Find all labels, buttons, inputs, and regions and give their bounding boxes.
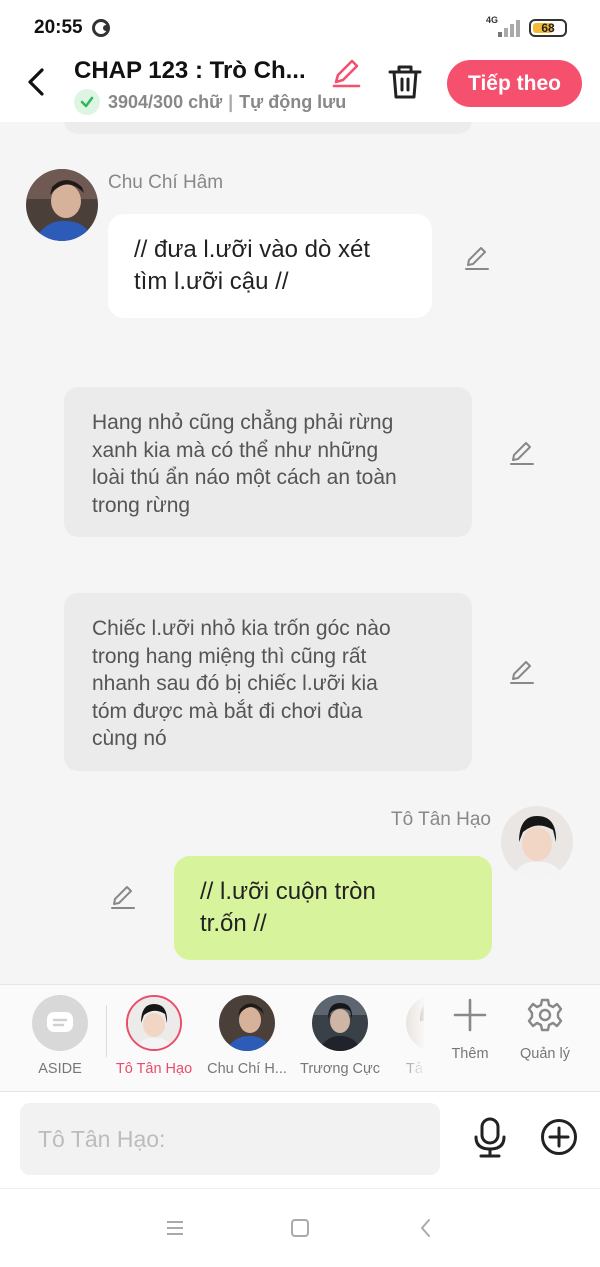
dialogue-bubble[interactable]: // l.ưỡi cuộn tròn tr.ốn // (174, 856, 492, 960)
previous-message-stub (64, 122, 472, 134)
status-time: 20:55 (34, 17, 83, 38)
character-label: Chu Chí H... (207, 1061, 287, 1077)
narration-line: tóm được mà bắt đi chơi đùa (92, 699, 363, 723)
home-icon[interactable] (288, 1216, 312, 1240)
menu-icon[interactable] (163, 1216, 187, 1240)
save-status: 3904/300 chữ | Tự động lưu (74, 89, 346, 115)
signal-icon (498, 19, 522, 37)
battery-percent: 68 (541, 21, 555, 35)
scroll-fade (396, 985, 426, 1091)
character-truong-cuc[interactable]: Trương Cực (295, 995, 385, 1077)
back-arrow-icon[interactable] (20, 64, 56, 100)
gear-icon (527, 998, 563, 1032)
character-avatar (312, 995, 368, 1051)
network-type: 4G (486, 15, 499, 25)
system-nav-bar (0, 1188, 600, 1267)
narration-line: trong rừng (92, 493, 191, 517)
character-avatar (219, 995, 275, 1051)
word-count: 3904/300 chữ (108, 91, 223, 112)
edit-message-icon[interactable] (109, 882, 137, 910)
character-avatar (126, 995, 182, 1051)
next-button[interactable]: Tiếp theo (447, 60, 582, 107)
edit-message-icon[interactable] (463, 243, 491, 271)
back-icon[interactable] (414, 1216, 438, 1240)
character-label: Tô Tân Hạo (115, 1061, 193, 1077)
sender-name: Tô Tân Hạo (391, 809, 491, 830)
aside-icon (32, 995, 88, 1051)
check-icon (74, 89, 100, 115)
narration-line: cùng nó (92, 727, 167, 750)
message-input[interactable] (20, 1103, 440, 1175)
character-label: Trương Cực (300, 1061, 380, 1077)
avatar-chu-chi-ham[interactable] (26, 169, 98, 241)
edit-title-icon[interactable] (330, 56, 362, 88)
microphone-icon[interactable] (470, 1117, 510, 1159)
narration-block[interactable]: Chiếc l.ưỡi nhỏ kia trốn góc nào trong h… (64, 593, 472, 771)
bubble-line: tìm l.ưỡi cậu // (134, 268, 289, 295)
bubble-line: // đưa l.ưỡi vào dò xét (134, 236, 370, 263)
autosave-label: Tự động lưu (239, 91, 347, 112)
narration-line: Hang nhỏ cũng chẳng phải rừng (92, 411, 394, 434)
input-area (0, 1092, 600, 1188)
editor-header: CHAP 123 : Trò Ch... 3904/300 chữ | Tự đ… (0, 56, 600, 122)
narration-line: xanh kia mà có thể như những (92, 438, 379, 462)
character-label: ASIDE (38, 1061, 82, 1077)
status-bar: 20:55 4G 68 (0, 0, 600, 56)
character-chu-chi-ham[interactable]: Chu Chí H... (202, 995, 292, 1077)
character-to-tan-hao[interactable]: Tô Tân Hạo (109, 995, 199, 1077)
narration-line: nhanh sau đó bị chiếc l.ưỡi kia (92, 672, 378, 695)
narration-line: loài thú ẩn náo một cách an toàn (92, 466, 397, 489)
chat-area[interactable]: Chu Chí Hâm // đưa l.ưỡi vào dò xét tìm … (0, 122, 600, 984)
edit-message-icon[interactable] (508, 438, 536, 466)
add-character-button[interactable]: Thêm (435, 997, 505, 1062)
divider (106, 1005, 107, 1057)
dialogue-bubble[interactable]: // đưa l.ưỡi vào dò xét tìm l.ưỡi cậu // (108, 214, 432, 318)
chapter-title[interactable]: CHAP 123 : Trò Ch... (74, 57, 324, 85)
add-content-icon[interactable] (540, 1118, 578, 1156)
trash-icon[interactable] (386, 62, 424, 102)
bubble-line: // l.ưỡi cuộn tròn (200, 878, 376, 905)
narration-line: trong hang miệng thì cũng rất (92, 644, 367, 668)
plus-icon (453, 998, 487, 1032)
narration-line: Chiếc l.ưỡi nhỏ kia trốn góc nào (92, 617, 391, 640)
edit-message-icon[interactable] (508, 657, 536, 685)
avatar-to-tan-hao[interactable] (501, 806, 573, 878)
add-label: Thêm (451, 1046, 489, 1062)
notification-icon (92, 19, 110, 37)
character-bar: ASIDE Tô Tân Hạo Chu Chí H... Trương Cực… (0, 984, 600, 1092)
status-separator: | (228, 91, 234, 112)
narration-block[interactable]: Hang nhỏ cũng chẳng phải rừng xanh kia m… (64, 387, 472, 537)
manage-characters-button[interactable]: Quản lý (510, 997, 580, 1062)
manage-label: Quản lý (520, 1046, 570, 1062)
sender-name: Chu Chí Hâm (108, 172, 224, 193)
battery-icon: 68 (529, 19, 567, 37)
character-aside[interactable]: ASIDE (15, 995, 105, 1077)
bubble-line: tr.ốn // (200, 910, 267, 937)
